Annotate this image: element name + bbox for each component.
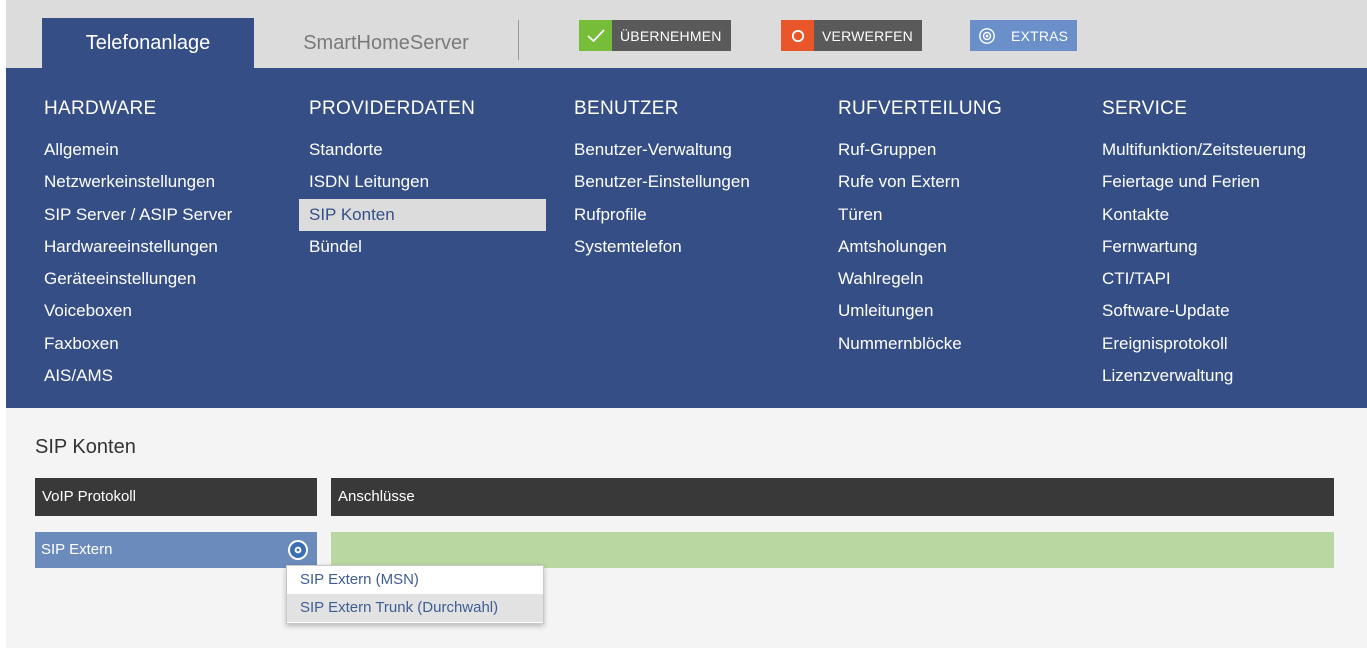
protocol-dropdown-menu: SIP Extern (MSN) SIP Extern Trunk (Durch… <box>286 565 544 624</box>
menu-list-rufverteilung: Ruf-Gruppen Rufe von Extern Türen Amtsho… <box>838 134 962 360</box>
menu-item-rufe-von-extern[interactable]: Rufe von Extern <box>838 166 962 198</box>
menu-item-software-update[interactable]: Software-Update <box>1102 295 1306 327</box>
menu-item-ruf-gruppen[interactable]: Ruf-Gruppen <box>838 134 962 166</box>
discard-label: VERWERFEN <box>814 20 922 51</box>
column-header-voip-protocol: VoIP Protokoll <box>35 478 317 516</box>
tab-smarthomeserver[interactable]: SmartHomeServer <box>256 18 516 68</box>
menu-item-nummernbloecke[interactable]: Nummernblöcke <box>838 328 962 360</box>
menu-list-providerdaten: Standorte ISDN Leitungen SIP Konten Bünd… <box>299 134 546 263</box>
menu-heading-rufverteilung: RUFVERTEILUNG <box>838 98 1003 119</box>
menu-item-geraeteeinstellungen[interactable]: Geräteeinstellungen <box>44 263 232 295</box>
menu-item-kontakte[interactable]: Kontakte <box>1102 199 1306 231</box>
menu-item-feiertage[interactable]: Feiertage und Ferien <box>1102 166 1306 198</box>
menu-item-voiceboxen[interactable]: Voiceboxen <box>44 295 232 327</box>
menu-heading-benutzer: BENUTZER <box>574 98 679 119</box>
tab-divider <box>518 20 519 60</box>
menu-item-benutzer-einstellungen[interactable]: Benutzer-Einstellungen <box>574 166 750 198</box>
gear-icon <box>970 20 1003 51</box>
top-bar: Telefonanlage SmartHomeServer ÜBERNEHMEN… <box>6 0 1367 68</box>
menu-item-ereignisprotokoll[interactable]: Ereignisprotokoll <box>1102 328 1306 360</box>
menu-item-multifunktion[interactable]: Multifunktion/Zeitsteuerung <box>1102 134 1306 166</box>
menu-item-wahlregeln[interactable]: Wahlregeln <box>838 263 962 295</box>
menu-item-hardwareeinstellungen[interactable]: Hardwareeinstellungen <box>44 231 232 263</box>
menu-list-service: Multifunktion/Zeitsteuerung Feiertage un… <box>1102 134 1306 392</box>
gear-icon <box>290 542 306 558</box>
menu-item-buendel[interactable]: Bündel <box>309 231 546 263</box>
menu-item-lizenzverwaltung[interactable]: Lizenzverwaltung <box>1102 360 1306 392</box>
menu-item-sip-server[interactable]: SIP Server / ASIP Server <box>44 199 232 231</box>
discard-button[interactable]: VERWERFEN <box>781 20 922 51</box>
menu-item-isdn-leitungen[interactable]: ISDN Leitungen <box>309 166 546 198</box>
apply-label: ÜBERNEHMEN <box>612 20 731 51</box>
menu-item-umleitungen[interactable]: Umleitungen <box>838 295 962 327</box>
tab-telefonanlage[interactable]: Telefonanlage <box>42 18 254 68</box>
dropdown-item-sip-extern-msn[interactable]: SIP Extern (MSN) <box>287 566 543 594</box>
menu-list-benutzer: Benutzer-Verwaltung Benutzer-Einstellung… <box>574 134 750 263</box>
extras-button[interactable]: EXTRAS <box>970 20 1078 51</box>
menu-item-fernwartung[interactable]: Fernwartung <box>1102 231 1306 263</box>
menu-item-faxboxen[interactable]: Faxboxen <box>44 328 232 360</box>
menu-item-systemtelefon[interactable]: Systemtelefon <box>574 231 750 263</box>
menu-item-cti-tapi[interactable]: CTI/TAPI <box>1102 263 1306 295</box>
menu-heading-hardware: HARDWARE <box>44 98 157 119</box>
menu-list-hardware: Allgemein Netzwerkeinstellungen SIP Serv… <box>44 134 232 392</box>
menu-heading-providerdaten: PROVIDERDATEN <box>309 98 476 119</box>
column-header-connections: Anschlüsse <box>331 478 1334 516</box>
menu-item-rufprofile[interactable]: Rufprofile <box>574 199 750 231</box>
apply-button[interactable]: ÜBERNEHMEN <box>579 20 731 51</box>
protocol-row-sip-extern[interactable]: SIP Extern <box>35 532 317 568</box>
menu-item-sip-konten[interactable]: SIP Konten <box>299 198 546 231</box>
menu-item-allgemein[interactable]: Allgemein <box>44 134 232 166</box>
row-settings-gear-icon[interactable] <box>288 540 308 560</box>
menu-item-standorte[interactable]: Standorte <box>309 134 546 166</box>
menu-item-netzwerkeinstellungen[interactable]: Netzwerkeinstellungen <box>44 166 232 198</box>
menu-item-ais-ams[interactable]: AIS/AMS <box>44 360 232 392</box>
page-title: SIP Konten <box>35 436 136 458</box>
menu-heading-service: SERVICE <box>1102 98 1188 119</box>
circle-icon <box>781 20 814 51</box>
menu-item-tueren[interactable]: Türen <box>838 199 962 231</box>
menu-item-benutzer-verwaltung[interactable]: Benutzer-Verwaltung <box>574 134 750 166</box>
menu-item-amtsholungen[interactable]: Amtsholungen <box>838 231 962 263</box>
dropdown-item-sip-extern-trunk[interactable]: SIP Extern Trunk (Durchwahl) <box>287 594 543 622</box>
connections-row[interactable] <box>331 532 1334 568</box>
check-icon <box>579 20 612 51</box>
main-menu: HARDWARE Allgemein Netzwerkeinstellungen… <box>6 68 1367 408</box>
extras-label: EXTRAS <box>1003 20 1078 51</box>
